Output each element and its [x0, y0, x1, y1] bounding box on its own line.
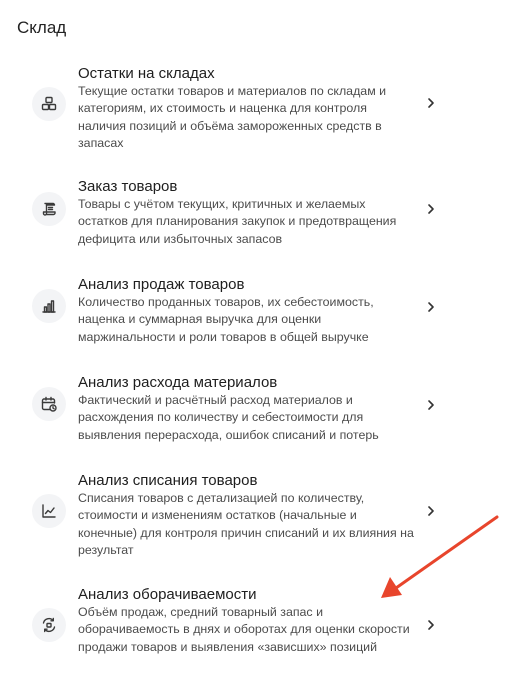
chevron-right-icon [424, 300, 438, 314]
report-item-title: Анализ продаж товаров [78, 276, 245, 293]
bar-chart-icon [32, 289, 66, 323]
report-item-title: Анализ списания товаров [78, 472, 258, 489]
line-chart-icon [32, 494, 66, 528]
report-item-turnover-analysis[interactable]: Анализ оборачиваемости Объём продаж, сре… [0, 585, 528, 670]
boxes-icon [32, 87, 66, 121]
report-item-sales-analysis[interactable]: Анализ продаж товаров Количество проданн… [0, 275, 528, 344]
chevron-right-icon [424, 504, 438, 518]
report-item-writeoff-analysis[interactable]: Анализ списания товаров Списания товаров… [0, 471, 528, 557]
report-item-description: Текущие остатки товаров и материалов по … [78, 84, 387, 150]
chevron-right-icon [424, 618, 438, 632]
report-item-stock-balances[interactable]: Остатки на складах Текущие остатки товар… [0, 64, 528, 150]
report-item-title: Заказ товаров [78, 178, 178, 195]
report-item-order-goods[interactable]: Заказ товаров Товары с учётом текущих, к… [0, 177, 528, 246]
calendar-clock-icon [32, 387, 66, 421]
report-item-description: Списания товаров с детализацией по колич… [78, 491, 414, 557]
chevron-right-icon [424, 202, 438, 216]
scroll-icon [32, 192, 66, 226]
chevron-right-icon [424, 96, 438, 110]
report-item-description: Объём продаж, средний товарный запас и о… [78, 605, 410, 654]
report-item-title: Анализ расхода материалов [78, 374, 278, 391]
section-title: Склад [17, 18, 67, 37]
turnover-icon [32, 608, 66, 642]
chevron-right-icon [424, 398, 438, 412]
report-item-title: Анализ оборачиваемости [78, 586, 257, 603]
report-item-description: Товары с учётом текущих, критичных и жел… [78, 197, 397, 246]
report-item-materials-analysis[interactable]: Анализ расхода материалов Фактический и … [0, 373, 528, 442]
report-item-description: Количество проданных товаров, их себесто… [78, 295, 374, 344]
report-item-title: Остатки на складах [78, 65, 215, 82]
report-item-description: Фактический и расчётный расход материало… [78, 393, 379, 442]
